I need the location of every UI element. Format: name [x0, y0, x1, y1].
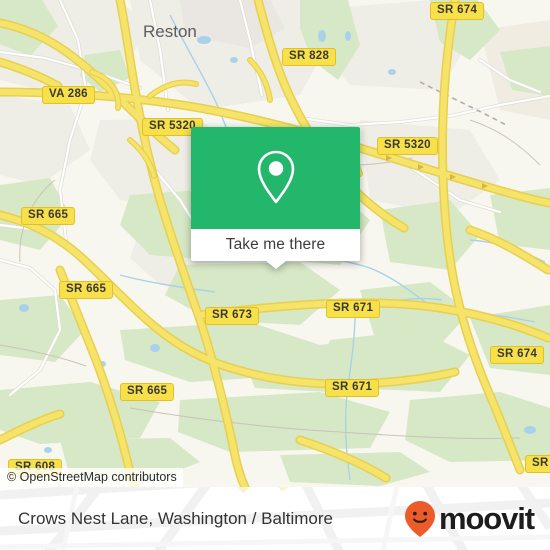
road-shield: SR 665	[120, 383, 175, 401]
footer-content: Crows Nest Lane, Washington / Baltimore …	[0, 487, 550, 550]
road-shield: SR 674	[490, 346, 545, 364]
take-me-there-label: Take me there	[225, 236, 326, 253]
road-shield: SR 5320	[377, 137, 438, 155]
popup-header	[191, 127, 360, 229]
road-shield: SR 671	[325, 379, 380, 397]
road-shield: VA 286	[42, 86, 95, 104]
road-shield: SR 665	[59, 281, 114, 299]
place-label-reston: Reston	[143, 22, 197, 41]
moovit-map-screenshot: .park { fill: #d6e8c5; } .resid { fill: …	[0, 0, 550, 550]
location-title: Crows Nest Lane, Washington / Baltimore	[18, 508, 333, 528]
moovit-wordmark: moovit	[438, 501, 535, 536]
location-popup-card[interactable]: Take me there	[191, 127, 360, 269]
map-pin-icon	[257, 150, 294, 204]
road-shield: SR 674	[430, 2, 485, 20]
moovit-smiley-pin-icon	[404, 500, 435, 537]
map-canvas[interactable]: .park { fill: #d6e8c5; } .resid { fill: …	[0, 0, 550, 487]
road-shield: SR 671	[326, 300, 381, 318]
popup-pointer-tail	[265, 261, 286, 269]
moovit-logo[interactable]: moovit	[403, 500, 535, 538]
road-shield: SR 828	[282, 48, 337, 66]
osm-attribution[interactable]: © OpenStreetMap contributors	[0, 468, 183, 487]
footer-bar: Crows Nest Lane, Washington / Baltimore …	[0, 487, 550, 550]
road-shield: SR 673	[205, 307, 260, 325]
popup-footer[interactable]: Take me there	[191, 229, 360, 261]
road-shield: SR 665	[21, 207, 76, 225]
road-shield: SR	[525, 455, 550, 473]
